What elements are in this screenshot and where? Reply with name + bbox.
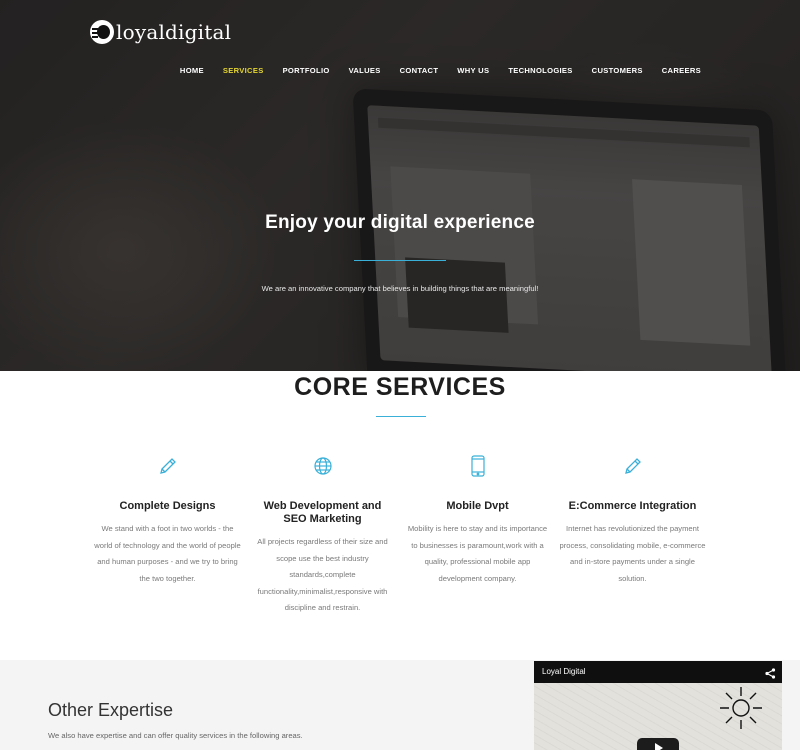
service-title-line: Web Development and — [263, 500, 382, 512]
service-card-designs: Complete Designs We stand with a foot in… — [90, 452, 245, 617]
hero-divider — [354, 260, 446, 261]
pencil-icon — [90, 452, 245, 480]
site-logo[interactable]: loyaldigital — [90, 20, 231, 44]
hero-overlay — [0, 0, 800, 371]
service-title: E:Commerce Integration — [555, 500, 710, 513]
service-card-mobile: Mobile Dvpt Mobility is here to stay and… — [400, 452, 555, 617]
main-nav: HOME SERVICES PORTFOLIO VALUES CONTACT W… — [161, 66, 701, 75]
hero-subtitle: We are an innovative company that believ… — [261, 284, 539, 293]
pencil-icon — [555, 452, 710, 480]
mobile-icon — [400, 452, 555, 480]
service-card-ecommerce: E:Commerce Integration Internet has revo… — [555, 452, 710, 617]
video-title[interactable]: Loyal Digital — [542, 667, 586, 676]
logo-text: loyaldigital — [116, 20, 232, 44]
logo-icon — [90, 20, 114, 44]
nav-item-portfolio[interactable]: PORTFOLIO — [283, 66, 330, 75]
nav-item-technologies[interactable]: TECHNOLOGIES — [508, 66, 572, 75]
service-description: We stand with a foot in two worlds - the… — [94, 524, 241, 583]
service-title-line: E:Commerce Integration — [568, 500, 697, 512]
hero-section: loyaldigital HOME SERVICES PORTFOLIO VAL… — [0, 0, 800, 371]
services-grid: Complete Designs We stand with a foot in… — [90, 452, 710, 617]
sun-icon — [718, 685, 764, 736]
nav-item-customers[interactable]: CUSTOMERS — [592, 66, 643, 75]
hero-title: Enjoy your digital experience — [265, 212, 535, 233]
service-card-web-development: Web Development and SEO Marketing All pr… — [245, 452, 400, 617]
other-expertise-title: Other Expertise — [48, 700, 174, 720]
nav-item-careers[interactable]: CAREERS — [662, 66, 701, 75]
core-services-title: CORE SERVICES — [294, 373, 506, 401]
service-description: Mobility is here to stay and its importa… — [407, 524, 548, 583]
service-title-line: SEO Marketing — [283, 513, 362, 525]
nav-item-services[interactable]: SERVICES — [223, 66, 264, 75]
other-expertise-text: We also have expertise and can offer qua… — [48, 731, 303, 740]
service-title-line: Mobile Dvpt — [446, 500, 509, 512]
video-embed[interactable]: Loyal Digital — [534, 661, 782, 750]
nav-item-values[interactable]: VALUES — [349, 66, 381, 75]
nav-item-why-us[interactable]: WHY US — [457, 66, 489, 75]
service-title: Complete Designs — [90, 500, 245, 513]
share-icon[interactable] — [765, 666, 776, 684]
service-description: All projects regardless of their size an… — [257, 537, 388, 612]
nav-item-contact[interactable]: CONTACT — [400, 66, 439, 75]
service-title: Mobile Dvpt — [400, 500, 555, 513]
section-divider — [376, 416, 426, 417]
service-title-line: Complete Designs — [119, 500, 216, 512]
nav-item-home[interactable]: HOME — [180, 66, 204, 75]
globe-icon — [245, 452, 400, 480]
service-description: Internet has revolutionized the payment … — [559, 524, 706, 583]
service-title: Web Development and SEO Marketing — [245, 500, 400, 526]
play-button[interactable] — [637, 738, 679, 750]
